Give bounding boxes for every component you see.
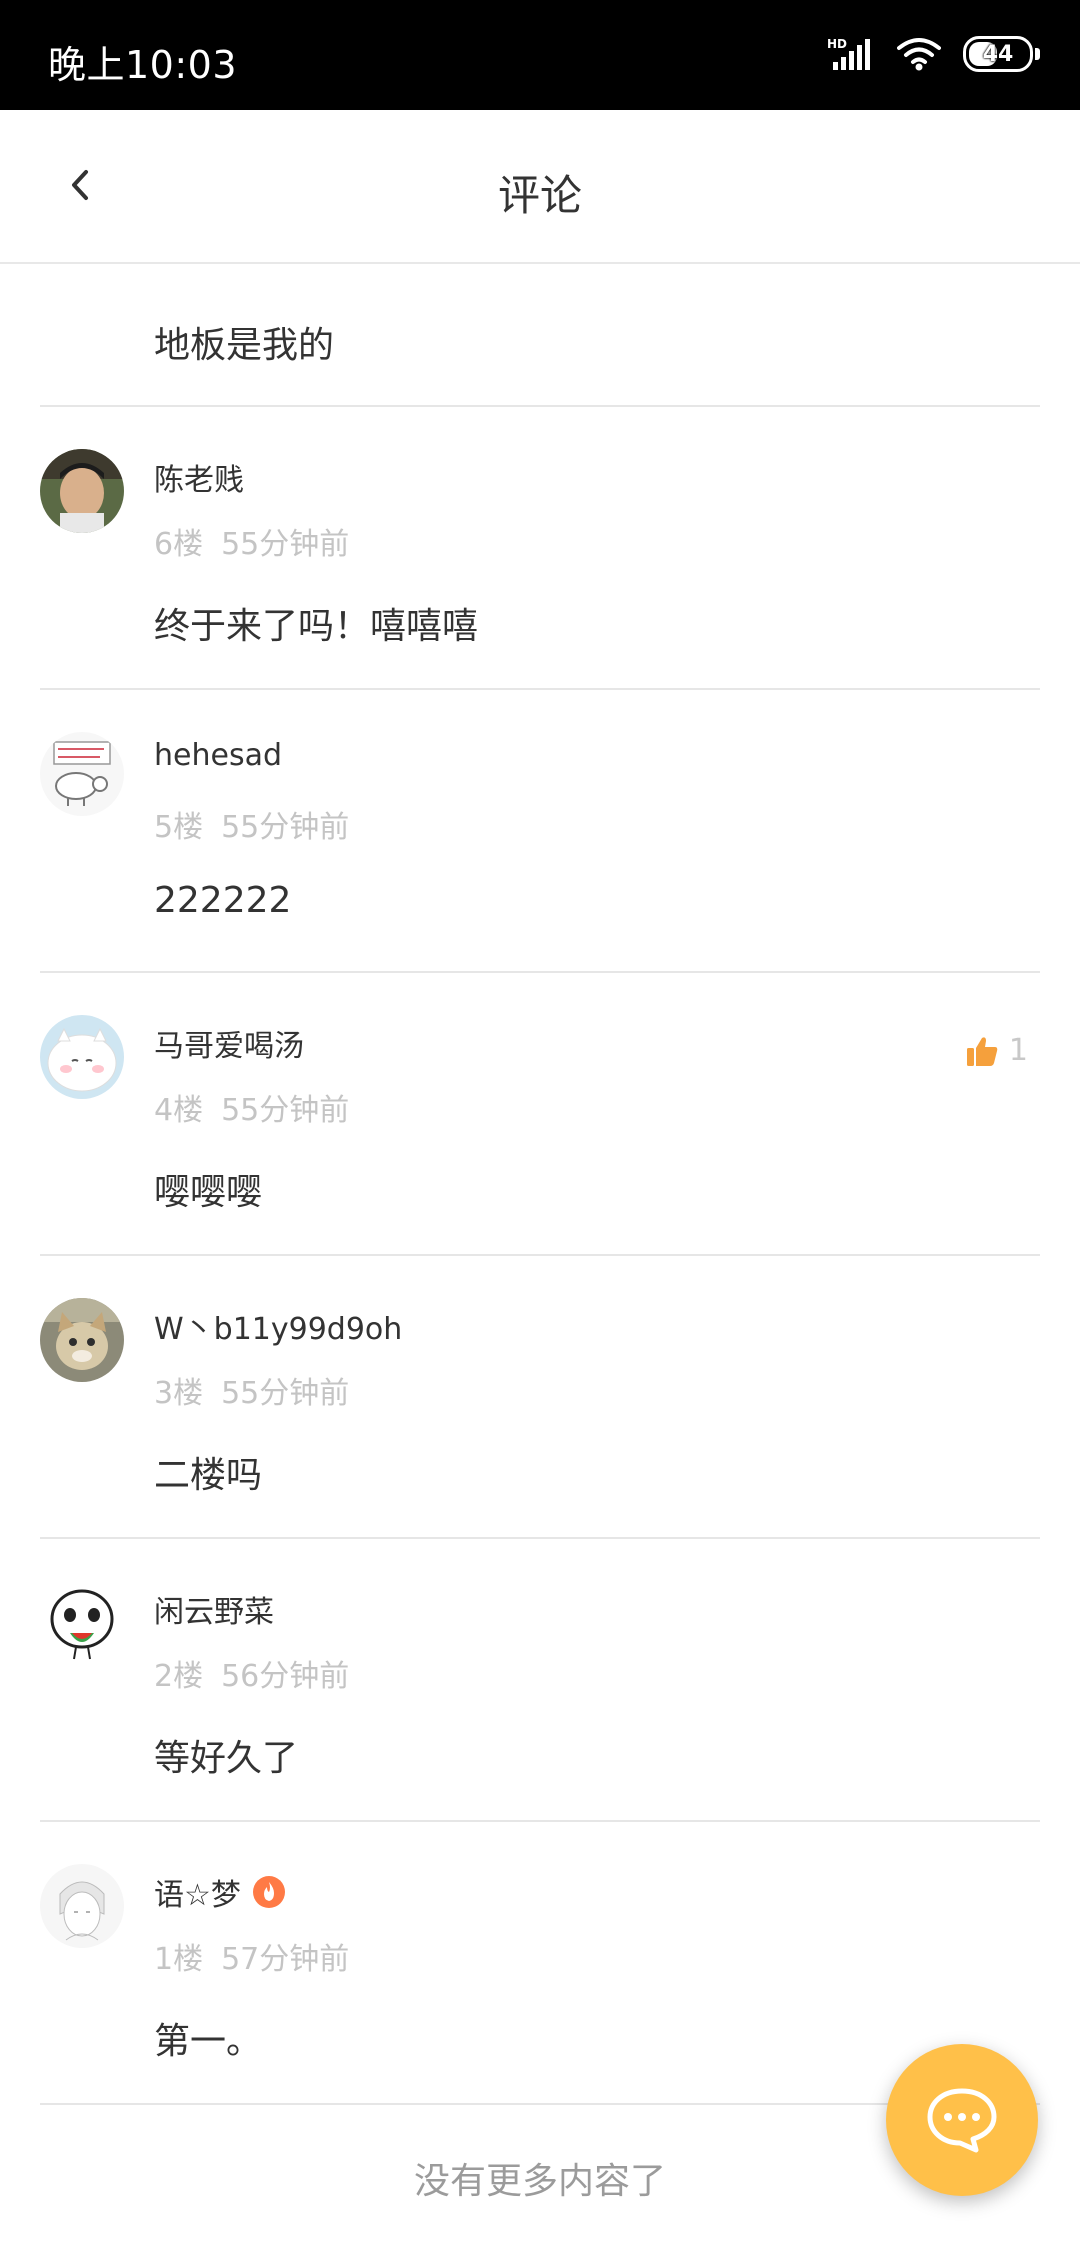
comment-content: 等好久了 bbox=[154, 1738, 299, 1779]
username[interactable]: 语☆梦 bbox=[154, 1870, 285, 1914]
floor-number: 1楼 bbox=[154, 1942, 204, 1977]
comment-item[interactable]: W丶b11y99d9oh 3楼 55分钟前 二楼吗 bbox=[0, 1256, 1080, 1539]
comment-time: 55分钟前 bbox=[221, 1093, 350, 1128]
status-icons: HD 44 bbox=[827, 30, 1040, 78]
comment-content: 地板是我的 bbox=[154, 325, 335, 366]
comment-meta: 2楼 56分钟前 bbox=[154, 1651, 349, 1695]
comment-content: 第一。 bbox=[154, 2021, 263, 2062]
floor-number: 2楼 bbox=[154, 1659, 204, 1694]
comment-meta: 5楼 55分钟前 bbox=[154, 802, 349, 846]
floor-number: 5楼 bbox=[154, 810, 204, 845]
signal-icon: HD bbox=[827, 37, 870, 70]
avatar[interactable] bbox=[40, 449, 124, 533]
comment-item[interactable]: 马哥爱喝汤 4楼 55分钟前 嘤嘤嘤 1 bbox=[0, 973, 1080, 1256]
comment-content: 222222 bbox=[154, 880, 292, 921]
avatar[interactable] bbox=[40, 1581, 124, 1665]
avatar[interactable] bbox=[40, 1864, 124, 1948]
comment-time: 57分钟前 bbox=[221, 1942, 350, 1977]
comment-meta: 1楼 57分钟前 bbox=[154, 1934, 349, 1978]
nav-bar: 评论 bbox=[0, 110, 1080, 264]
thumbs-up-icon bbox=[966, 1036, 998, 1066]
comment-item-partial: 地板是我的 bbox=[0, 264, 1080, 406]
floor-number: 6楼 bbox=[154, 527, 204, 562]
comment-time: 56分钟前 bbox=[221, 1659, 350, 1694]
battery-level: 44 bbox=[982, 41, 1014, 67]
like-count: 1 bbox=[1008, 1033, 1028, 1068]
status-bar: 晚上10:03 HD 44 bbox=[0, 0, 1080, 110]
comment-time: 55分钟前 bbox=[221, 810, 350, 845]
comment-item[interactable]: hehesad 5楼 55分钟前 222222 bbox=[0, 690, 1080, 973]
wifi-icon bbox=[897, 38, 941, 71]
floor-number: 3楼 bbox=[154, 1376, 204, 1411]
status-time: 晚上10:03 bbox=[48, 43, 238, 87]
fire-icon bbox=[252, 1876, 285, 1908]
avatar[interactable] bbox=[40, 1015, 124, 1099]
page-title: 评论 bbox=[497, 171, 582, 220]
username[interactable]: 闲云野菜 bbox=[154, 1587, 274, 1631]
comment-item[interactable]: 陈老贱 6楼 55分钟前 终于来了吗！嘻嘻嘻 bbox=[0, 407, 1080, 690]
floor-number: 4楼 bbox=[154, 1093, 204, 1128]
battery-icon: 44 bbox=[963, 36, 1033, 72]
chat-bubble-icon bbox=[927, 2088, 997, 2153]
username[interactable]: 陈老贱 bbox=[154, 455, 244, 499]
username[interactable]: hehesad bbox=[154, 738, 282, 773]
comment-item[interactable]: 闲云野菜 2楼 56分钟前 等好久了 bbox=[0, 1539, 1080, 1822]
comment-content: 嘤嘤嘤 bbox=[154, 1172, 263, 1213]
comment-time: 55分钟前 bbox=[221, 1376, 350, 1411]
comment-fab-button[interactable] bbox=[886, 2044, 1038, 2196]
svg-text:HD: HD bbox=[827, 37, 847, 51]
avatar[interactable] bbox=[40, 1298, 124, 1382]
comment-meta: 6楼 55分钟前 bbox=[154, 519, 349, 563]
comment-meta: 3楼 55分钟前 bbox=[154, 1368, 349, 1412]
comment-content: 二楼吗 bbox=[154, 1455, 263, 1496]
comment-content: 终于来了吗！嘻嘻嘻 bbox=[154, 606, 479, 647]
username[interactable]: 马哥爱喝汤 bbox=[154, 1021, 304, 1065]
comment-time: 55分钟前 bbox=[221, 527, 350, 562]
avatar[interactable] bbox=[40, 732, 124, 816]
like-button[interactable]: 1 bbox=[965, 1033, 1028, 1068]
username[interactable]: W丶b11y99d9oh bbox=[154, 1304, 402, 1348]
comment-meta: 4楼 55分钟前 bbox=[154, 1085, 349, 1129]
